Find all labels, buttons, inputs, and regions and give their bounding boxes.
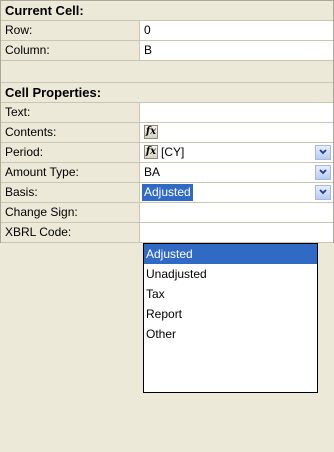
change-sign-property[interactable]: Change Sign: (1, 203, 333, 223)
property-grid: Current Cell: Row: 0 Column: B Cell Prop… (0, 0, 334, 243)
basis-value[interactable]: Adjusted (140, 183, 333, 202)
xbrl-code-label: XBRL Code: (1, 223, 140, 242)
text-label: Text: (1, 103, 140, 122)
fx-icon[interactable]: fx (144, 125, 158, 139)
column-property[interactable]: Column: B (1, 41, 333, 61)
amount-type-value[interactable]: BA (140, 163, 333, 182)
basis-dropdown-button[interactable] (315, 185, 331, 200)
column-label: Column: (1, 41, 140, 60)
xbrl-code-property[interactable]: XBRL Code: (1, 223, 333, 243)
dropdown-option-other[interactable]: Other (144, 324, 317, 344)
dropdown-option-unadjusted[interactable]: Unadjusted (144, 264, 317, 284)
chevron-down-icon (319, 189, 327, 195)
basis-value-text: Adjusted (142, 184, 193, 201)
text-value[interactable] (140, 103, 333, 122)
contents-value[interactable]: fx (140, 123, 333, 142)
period-property[interactable]: Period: fx [CY] (1, 143, 333, 163)
fx-icon[interactable]: fx (144, 145, 158, 159)
chevron-down-icon (319, 149, 327, 155)
period-dropdown-button[interactable] (315, 145, 331, 160)
period-label: Period: (1, 143, 140, 162)
current-cell-header: Current Cell: (5, 3, 84, 18)
basis-dropdown-list[interactable]: Adjusted Unadjusted Tax Report Other (143, 243, 318, 393)
row-label: Row: (1, 21, 140, 40)
contents-label: Contents: (1, 123, 140, 142)
amount-type-property[interactable]: Amount Type: BA (1, 163, 333, 183)
basis-property[interactable]: Basis: Adjusted (1, 183, 333, 203)
xbrl-code-value[interactable] (140, 223, 333, 242)
change-sign-label: Change Sign: (1, 203, 140, 222)
row-value[interactable]: 0 (140, 21, 333, 40)
dropdown-option-report[interactable]: Report (144, 304, 317, 324)
basis-label: Basis: (1, 183, 140, 202)
section-spacer (1, 61, 333, 83)
amount-type-dropdown-button[interactable] (315, 165, 331, 180)
period-value-text: [CY] (161, 145, 185, 159)
amount-type-label: Amount Type: (1, 163, 140, 182)
chevron-down-icon (319, 169, 327, 175)
cell-properties-header: Cell Properties: (5, 85, 102, 100)
dropdown-option-tax[interactable]: Tax (144, 284, 317, 304)
current-cell-section: Current Cell: (1, 1, 333, 21)
text-property[interactable]: Text: (1, 103, 333, 123)
column-value[interactable]: B (140, 41, 333, 60)
row-property[interactable]: Row: 0 (1, 21, 333, 41)
period-value[interactable]: fx [CY] (140, 143, 333, 162)
dropdown-option-adjusted[interactable]: Adjusted (144, 244, 317, 264)
cell-properties-section: Cell Properties: (1, 83, 333, 103)
change-sign-value[interactable] (140, 203, 333, 222)
amount-type-value-text: BA (144, 165, 161, 179)
contents-property[interactable]: Contents: fx (1, 123, 333, 143)
